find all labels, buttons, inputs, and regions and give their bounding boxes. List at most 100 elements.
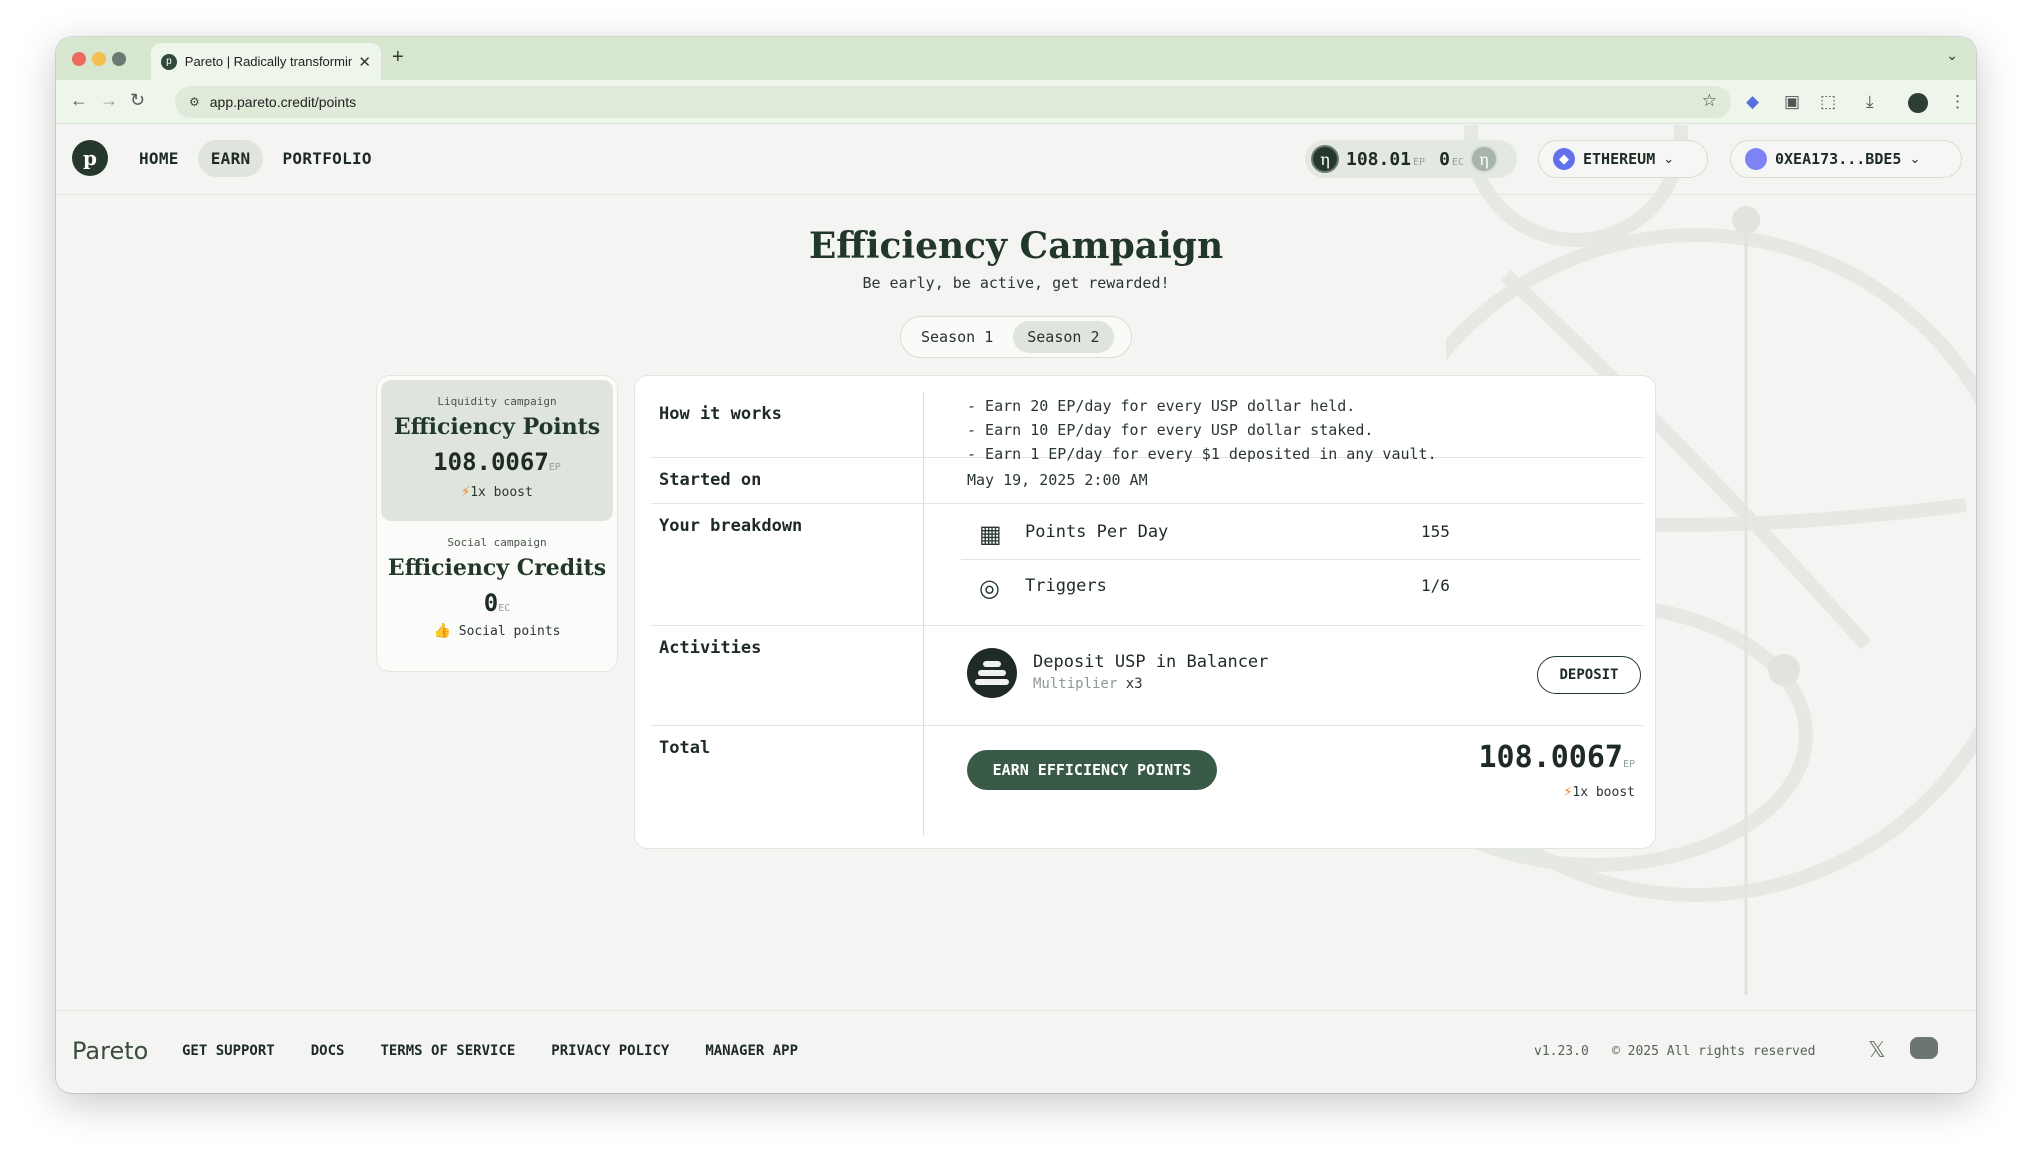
page-subtitle: Be early, be active, get rewarded! [862,274,1170,292]
calendar-icon: ▦ [979,521,1002,548]
earn-efficiency-points-button[interactable]: EARN EFFICIENCY POINTS [967,750,1217,790]
breakdown-label: Points Per Day [1025,522,1169,542]
card-value: 108.0067 [433,448,549,476]
page-title: Efficiency Campaign [808,225,1224,267]
nav-home[interactable]: HOME [126,140,192,177]
extension-puzzle-icon[interactable]: ▣ [1784,92,1800,112]
rule-line: - Earn 20 EP/day for every USP dollar he… [967,397,1356,415]
app-version: v1.23.0 [1534,1044,1589,1059]
network-label: ETHEREUM [1583,150,1656,168]
app-footer: Pareto GET SUPPORT DOCS TERMS OF SERVICE… [56,1010,1976,1093]
total-value: 108.0067 [1478,740,1623,775]
browser-menu-icon[interactable]: ⋮ [1949,92,1966,112]
rule-line: - Earn 10 EP/day for every USP dollar st… [967,421,1374,439]
balancer-icon [967,648,1017,698]
site-settings-icon[interactable]: ⚙ [189,95,200,109]
start-date: May 19, 2025 2:00 AM [967,471,1148,489]
new-tab-icon[interactable]: + [392,46,404,69]
points-balance-pill[interactable]: η 108.01 EP 0 EC η [1305,140,1517,178]
total-boost-label: 1x boost [1572,785,1635,800]
multiplier-value: x3 [1125,676,1143,692]
url-text: app.pareto.credit/points [209,94,357,110]
card-caption: Liquidity campaign [437,395,557,408]
bolt-icon: ⚡ [461,482,471,500]
card-value-row: 108.0067EP [381,448,613,476]
footer-link-terms[interactable]: TERMS OF SERVICE [380,1043,515,1059]
liquidity-campaign-card[interactable]: Liquidity campaign Efficiency Points 108… [381,380,613,521]
extension-icon[interactable]: ◆ [1746,92,1759,112]
tab-season-2[interactable]: Season 2 [1013,321,1114,353]
row-activities: Activities Deposit USP in Balancer Multi… [651,626,1643,726]
nav-earn[interactable]: EARN [197,140,264,177]
activity-title: Deposit USP in Balancer [1033,652,1269,672]
row-label: Started on [659,470,762,490]
card-title: Efficiency Credits [387,555,607,581]
profile-avatar[interactable] [1908,93,1928,113]
close-tab-icon[interactable]: ✕ [358,53,371,71]
footer-link-support[interactable]: GET SUPPORT [182,1043,275,1059]
tab-list-chevron-icon[interactable]: ⌄ [1946,47,1958,64]
card-boost: 1x boost [470,485,533,500]
row-label: How it works [659,404,782,424]
season-switcher: Season 1 Season 2 [900,316,1132,358]
pareto-logo-icon[interactable]: p [72,140,108,176]
row-total: Total EARN EFFICIENCY POINTS 108.0067EP … [651,726,1643,836]
breakdown-item: ▦ Points Per Day 155 [961,508,1641,560]
forward-icon[interactable]: → [100,90,118,111]
breakdown-value: 155 [1421,522,1450,541]
ep-unit: EP [1413,156,1426,168]
copyright-icon: © [1612,1044,1620,1059]
row-label: Your breakdown [659,516,803,536]
activity-multiplier: Multiplier x3 [1033,676,1143,692]
social-campaign-card[interactable]: Social campaign Efficiency Credits 0EC 👍… [381,521,613,666]
row-label: Activities [659,638,762,658]
total-boost: ⚡1x boost [1563,782,1635,800]
how-it-works-text: - Earn 20 EP/day for every USP dollar he… [967,394,1437,466]
address-bar[interactable]: ⚙ app.pareto.credit/points ☆ [175,86,1731,118]
maximize-window-dot[interactable] [112,52,126,66]
copyright-text: 2025 All rights reserved [1627,1044,1816,1059]
extensions-icon[interactable]: ⬚ [1820,92,1836,112]
tab-strip: p Pareto | Radically transformin ✕ + ⌄ [56,37,1976,80]
card-unit: EP [548,462,561,473]
tab-season-1[interactable]: Season 1 [907,321,1007,353]
footer-link-manager-app[interactable]: MANAGER APP [705,1043,798,1059]
breakdown-value: 1/6 [1421,576,1450,595]
card-footer: ⚡1x boost [381,482,613,500]
deposit-button[interactable]: DEPOSIT [1537,656,1641,694]
card-social-label: Social points [458,624,561,639]
chevron-down-icon: ⌄ [1909,151,1921,166]
app-page: p HOME EARN PORTFOLIO η 108.01 EP 0 EC η… [56,125,1976,1093]
multiplier-label: Multiplier [1033,676,1118,692]
card-unit: EC [498,603,511,614]
close-window-dot[interactable] [72,52,86,66]
nav-portfolio[interactable]: PORTFOLIO [269,140,384,177]
card-title: Efficiency Points [393,414,601,440]
campaign-details-panel: How it works - Earn 20 EP/day for every … [634,375,1656,849]
ep-balance: 108.01 [1346,148,1412,170]
discord-icon[interactable] [1910,1037,1938,1059]
browser-tab[interactable]: p Pareto | Radically transformin ✕ [151,43,381,80]
footer-logo[interactable]: Pareto [72,1037,148,1065]
chevron-down-icon: ⌄ [1663,151,1675,166]
x-twitter-icon[interactable]: 𝕏 [1868,1037,1886,1063]
row-breakdown: Your breakdown ▦ Points Per Day 155 ◎ Tr… [651,504,1643,626]
reload-icon[interactable]: ↻ [130,90,145,111]
app-header: p HOME EARN PORTFOLIO η 108.01 EP 0 EC η… [56,125,1976,195]
breakdown-item: ◎ Triggers 1/6 [961,562,1641,614]
download-icon[interactable]: ⤓ [1866,92,1874,112]
wallet-selector[interactable]: 0XEA173...BDE5 ⌄ [1730,140,1962,178]
ep-coin-icon: η [1311,145,1339,173]
footer-link-privacy[interactable]: PRIVACY POLICY [551,1043,669,1059]
back-icon[interactable]: ← [70,90,88,111]
ec-balance: 0 [1439,148,1450,170]
footer-link-docs[interactable]: DOCS [311,1043,345,1059]
pareto-favicon-icon: p [161,53,177,70]
wallet-avatar [1745,148,1767,170]
target-icon: ◎ [979,575,1000,602]
ethereum-icon: ◆ [1553,148,1575,170]
network-selector[interactable]: ◆ ETHEREUM ⌄ [1538,140,1708,178]
bookmark-star-icon[interactable]: ☆ [1702,91,1717,111]
minimize-window-dot[interactable] [92,52,106,66]
row-how-it-works: How it works - Earn 20 EP/day for every … [651,376,1643,463]
